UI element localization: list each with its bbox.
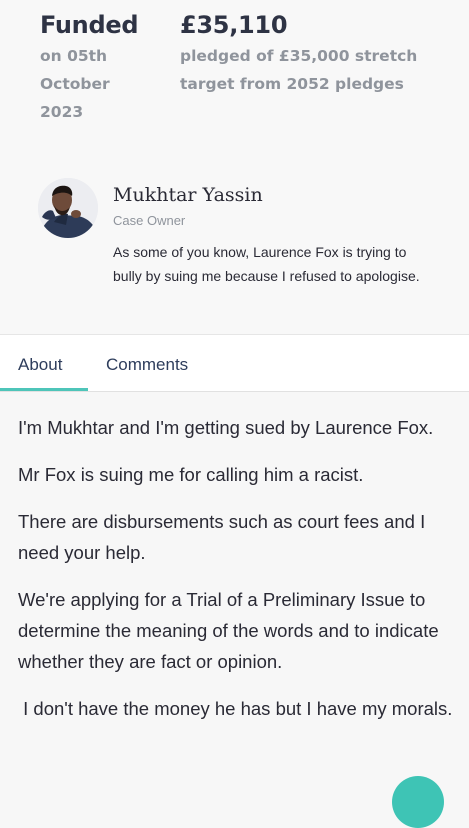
about-paragraph: I'm Mukhtar and I'm getting sued by Laur… <box>18 417 434 438</box>
pledged-target: pledged of £35,000 stretch target from 2… <box>180 42 450 98</box>
tab-comments[interactable]: Comments <box>106 335 216 392</box>
owner-name[interactable]: Mukhtar Yassin <box>113 182 263 208</box>
owner-avatar[interactable] <box>38 178 98 238</box>
about-paragraph: I don't have the money he has but I have… <box>18 698 453 719</box>
tab-about[interactable]: About <box>18 335 90 392</box>
about-paragraph: There are disbursements such as court fe… <box>18 511 426 563</box>
about-paragraph: Mr Fox is suing me for calling him a rac… <box>18 464 364 485</box>
funded-date-line: 2023 <box>40 103 84 121</box>
pledged-stat: £35,110 pledged of £35,000 stretch targe… <box>180 10 450 98</box>
funded-date: on 05th October 2023 <box>40 42 160 126</box>
funded-label: Funded <box>40 11 139 39</box>
pledged-target-line: target from 2052 pledges <box>180 75 404 93</box>
pledged-amount: £35,110 <box>180 11 288 39</box>
about-paragraph: We're applying for a Trial of a Prelimin… <box>18 589 439 672</box>
owner-role: Case Owner <box>113 213 186 228</box>
campaign-summary: Funded on 05th October 2023 £35,110 pled… <box>0 0 469 334</box>
funded-date-line: October <box>40 75 110 93</box>
about-content: I'm Mukhtar and I'm getting sued by Laur… <box>18 412 458 740</box>
funded-stat: Funded on 05th October 2023 <box>40 10 160 126</box>
active-tab-indicator <box>0 388 88 391</box>
person-photo-icon <box>38 178 98 238</box>
tab-bar: About Comments <box>0 334 469 392</box>
pledged-target-line: pledged of £35,000 stretch <box>180 47 418 65</box>
funded-date-line: on 05th <box>40 47 108 65</box>
owner-quote: As some of you know, Laurence Fox is try… <box>113 244 420 284</box>
